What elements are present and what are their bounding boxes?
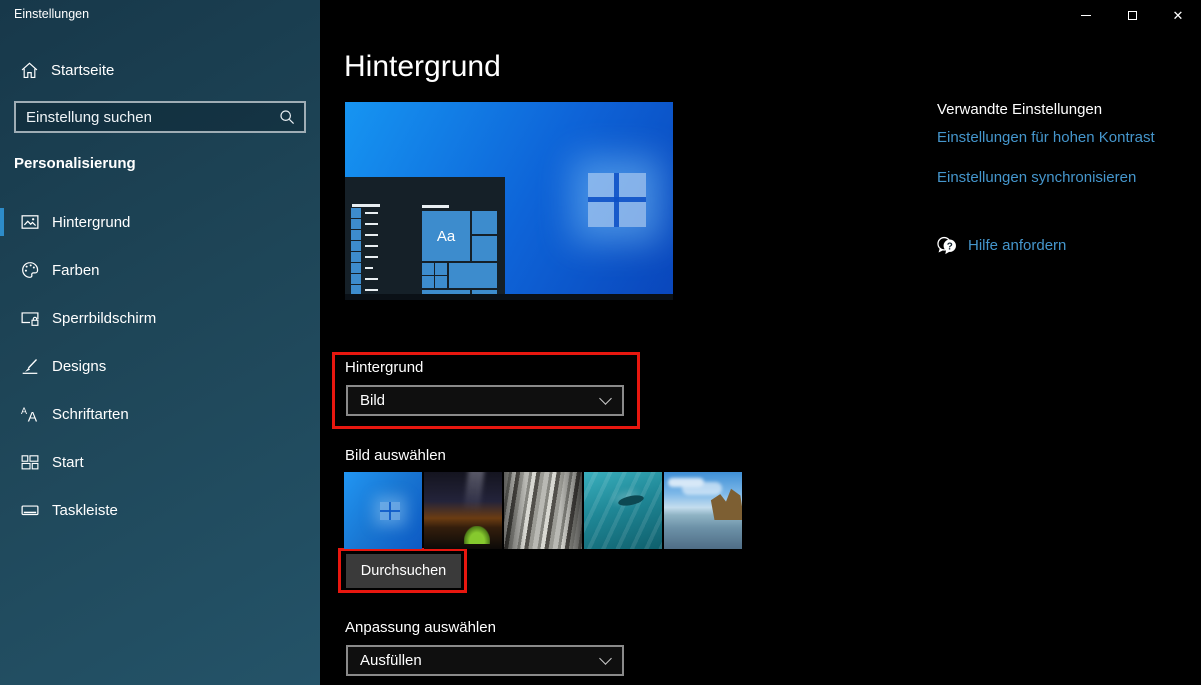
desktop-preview: Aa	[345, 102, 673, 300]
sidebar-item-label: Designs	[52, 358, 106, 375]
chevron-down-icon	[599, 392, 612, 405]
sidebar-home-label: Startseite	[51, 62, 114, 79]
windows-logo-icon	[588, 173, 646, 227]
minimize-button[interactable]	[1063, 0, 1109, 30]
sidebar-item-taskleiste[interactable]: Taskleiste	[0, 490, 320, 530]
sidebar: Einstellungen Startseite Personalisierun…	[0, 0, 320, 685]
sidebar-item-label: Taskleiste	[52, 502, 118, 519]
background-dropdown-label: Hintergrund	[345, 359, 423, 376]
sidebar-item-designs[interactable]: Designs	[0, 346, 320, 386]
maximize-icon	[1128, 11, 1137, 20]
sidebar-section-header: Personalisierung	[14, 155, 136, 172]
close-button[interactable]: ✕	[1155, 0, 1201, 30]
help-chat-icon: ?	[936, 235, 957, 256]
fit-value: Ausfüllen	[360, 652, 422, 669]
wallpaper-thumbnails	[344, 472, 742, 549]
sidebar-item-label: Schriftarten	[52, 406, 129, 423]
browse-button[interactable]: Durchsuchen	[346, 554, 461, 588]
svg-text:?: ?	[947, 241, 953, 252]
picture-icon	[21, 213, 39, 231]
sidebar-item-label: Farben	[52, 262, 100, 279]
wallpaper-thumbnail-5[interactable]	[664, 472, 742, 549]
themes-icon	[21, 357, 39, 375]
window-controls: ✕	[1063, 0, 1201, 30]
sidebar-item-label: Hintergrund	[52, 214, 130, 231]
background-type-value: Bild	[360, 392, 385, 409]
svg-text:A: A	[28, 408, 38, 423]
home-icon	[21, 62, 38, 79]
close-icon: ✕	[1173, 9, 1184, 22]
sidebar-item-hintergrund[interactable]: Hintergrund	[0, 202, 320, 242]
sidebar-item-label: Sperrbildschirm	[52, 310, 156, 327]
preview-taskbar	[345, 294, 673, 300]
wallpaper-thumbnail-3[interactable]	[504, 472, 582, 549]
fit-dropdown[interactable]: Ausfüllen	[346, 645, 624, 676]
preview-tile-aa: Aa	[422, 211, 470, 261]
sidebar-item-home[interactable]: Startseite	[0, 56, 320, 84]
fit-dropdown-label: Anpassung auswählen	[345, 619, 496, 636]
taskbar-icon	[21, 501, 39, 519]
sidebar-item-schriftarten[interactable]: A A Schriftarten	[0, 394, 320, 434]
choose-image-label: Bild auswählen	[345, 447, 446, 464]
svg-text:A: A	[21, 406, 27, 416]
sidebar-item-label: Start	[52, 454, 84, 471]
fonts-icon: A A	[21, 405, 39, 423]
wallpaper-thumbnail-4[interactable]	[584, 472, 662, 549]
wallpaper-thumbnail-1[interactable]	[344, 472, 422, 549]
get-help-label: Hilfe anfordern	[968, 237, 1066, 254]
minimize-icon	[1081, 15, 1091, 16]
window-title: Einstellungen	[14, 7, 89, 21]
preview-start-menu: Aa	[345, 177, 505, 300]
start-tiles-icon	[21, 453, 39, 471]
sidebar-item-start[interactable]: Start	[0, 442, 320, 482]
sidebar-item-farben[interactable]: Farben	[0, 250, 320, 290]
settings-search-box	[14, 101, 306, 133]
search-icon[interactable]	[279, 109, 295, 125]
lock-screen-icon	[21, 309, 39, 327]
settings-window: Einstellungen Startseite Personalisierun…	[0, 0, 1201, 685]
sync-settings-link[interactable]: Einstellungen synchronisieren	[937, 169, 1136, 186]
chevron-down-icon	[599, 652, 612, 665]
get-help-link[interactable]: ? Hilfe anfordern	[936, 235, 1066, 256]
wallpaper-thumbnail-2[interactable]	[424, 472, 502, 549]
search-input[interactable]	[16, 103, 279, 131]
related-settings-header: Verwandte Einstellungen	[937, 101, 1102, 118]
sidebar-item-sperrbildschirm[interactable]: Sperrbildschirm	[0, 298, 320, 338]
maximize-button[interactable]	[1109, 0, 1155, 30]
high-contrast-link[interactable]: Einstellungen für hohen Kontrast	[937, 129, 1155, 146]
page-title: Hintergrund	[344, 50, 501, 84]
background-type-dropdown[interactable]: Bild	[346, 385, 624, 416]
palette-icon	[21, 261, 39, 279]
